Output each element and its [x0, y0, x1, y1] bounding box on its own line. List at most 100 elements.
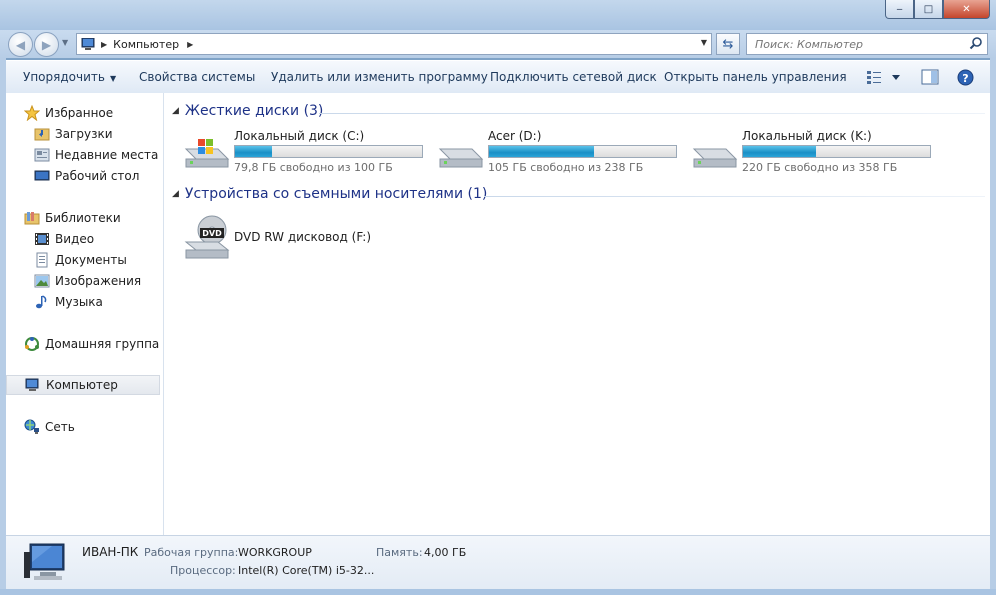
music-note-icon — [36, 295, 47, 309]
memory-label: Память: — [376, 546, 423, 559]
address-bar[interactable]: ▶ Компьютер ▶ ▼ — [76, 33, 712, 55]
nav-computer[interactable]: Компьютер — [6, 375, 160, 395]
back-button[interactable]: ◀ — [8, 32, 33, 57]
svg-text:?: ? — [962, 72, 968, 85]
dvd-badge: DVD — [202, 229, 222, 238]
nav-network[interactable]: Сеть — [24, 417, 75, 437]
drive-item[interactable]: Локальный диск (K:) 220 ГБ свободно из 3… — [690, 129, 950, 179]
dvd-drive-icon: DVD — [184, 215, 230, 259]
windows-hard-drive-icon — [184, 139, 230, 168]
nav-documents-label: Документы — [55, 253, 127, 267]
desktop-icon — [34, 170, 50, 181]
network-icon — [24, 419, 39, 434]
window-frame-right — [990, 58, 996, 589]
nav-video-label: Видео — [55, 232, 95, 246]
nav-desktop[interactable]: Рабочий стол — [34, 166, 139, 186]
recent-pages-dropdown[interactable]: ▼ — [62, 38, 68, 47]
minimize-button[interactable]: ‒ — [885, 0, 914, 19]
drive-usage-fill — [235, 146, 273, 157]
drive-free-space: 105 ГБ свободно из 238 ГБ — [488, 161, 644, 174]
group-divider — [319, 113, 985, 114]
breadcrumb-chevron-icon[interactable]: ▶ — [187, 40, 193, 49]
nav-libraries-label: Библиотеки — [45, 211, 121, 225]
navigation-row: ◀ ▶ ▼ ▶ Компьютер ▶ ▼ ⇆ — [0, 30, 996, 58]
nav-network-label: Сеть — [45, 420, 75, 434]
open-control-panel-button[interactable]: Открыть панель управления — [664, 70, 847, 84]
search-icon[interactable] — [969, 36, 983, 50]
video-icon — [35, 233, 49, 245]
workgroup-label: Рабочая группа: — [144, 546, 239, 559]
nav-homegroup-label: Домашняя группа — [45, 337, 160, 351]
drive-name: Локальный диск (C:) — [234, 129, 365, 143]
close-button[interactable]: ✕ — [943, 0, 990, 19]
system-properties-button[interactable]: Свойства системы — [139, 70, 255, 84]
drive-usage-fill — [743, 146, 816, 157]
nav-recent-places[interactable]: Недавние места — [34, 145, 158, 165]
breadcrumb-computer[interactable]: Компьютер — [113, 38, 179, 51]
search-input[interactable] — [753, 36, 967, 52]
drive-free-space: 220 ГБ свободно из 358 ГБ — [742, 161, 898, 174]
nav-images-label: Изображения — [55, 274, 142, 288]
drive-item[interactable]: Acer (D:) 105 ГБ свободно из 238 ГБ — [436, 129, 696, 179]
star-icon — [24, 105, 40, 121]
drive-item[interactable]: Локальный диск (C:) 79,8 ГБ свободно из … — [182, 129, 442, 179]
refresh-button[interactable]: ⇆ — [716, 33, 740, 55]
map-network-drive-button[interactable]: Подключить сетевой диск — [490, 70, 657, 84]
nav-desktop-label: Рабочий стол — [55, 169, 140, 183]
maximize-button[interactable]: □ — [914, 0, 943, 19]
hard-drives-header-label: Жесткие диски (3) — [184, 103, 324, 119]
address-dropdown-icon[interactable]: ▼ — [701, 38, 707, 47]
nav-computer-label: Компьютер — [46, 378, 118, 392]
nav-libraries[interactable]: Библиотеки — [24, 208, 121, 228]
hard-drive-icon — [692, 148, 738, 168]
uninstall-program-button[interactable]: Удалить или изменить программу — [271, 70, 488, 84]
nav-favorites[interactable]: Избранное — [24, 103, 113, 123]
forward-arrow-icon: ▶ — [41, 37, 52, 52]
nav-favorites-label: Избранное — [45, 106, 114, 120]
preview-pane-icon — [921, 69, 939, 85]
documents-icon — [36, 252, 48, 268]
workgroup-value: WORKGROUP — [238, 546, 312, 559]
preview-pane-button[interactable] — [921, 69, 939, 88]
nav-downloads[interactable]: Загрузки — [34, 124, 113, 144]
drive-name: Acer (D:) — [488, 129, 542, 143]
organize-label: Упорядочить — [23, 70, 105, 84]
drive-usage-bar — [742, 145, 931, 158]
dvd-drive-name: DVD RW дисковод (F:) — [234, 230, 372, 244]
collapse-triangle-icon: ◢ — [172, 106, 179, 116]
nav-images[interactable]: Изображения — [34, 271, 141, 291]
libraries-icon — [24, 212, 40, 225]
cpu-label: Процессор: — [170, 564, 236, 577]
drive-usage-bar — [488, 145, 677, 158]
change-view-button[interactable] — [866, 69, 904, 88]
help-button[interactable]: ? — [957, 69, 974, 89]
nav-documents[interactable]: Документы — [34, 250, 127, 270]
refresh-icon: ⇆ — [722, 36, 734, 52]
dvd-drive-item[interactable]: DVD DVD RW дисковод (F:) — [182, 215, 442, 280]
forward-button[interactable]: ▶ — [34, 32, 59, 57]
window-frame-bottom — [0, 589, 996, 595]
drive-name: Локальный диск (K:) — [742, 129, 872, 143]
hard-drives-group-header[interactable]: ◢ Жесткие диски (3) — [172, 103, 323, 119]
nav-music[interactable]: Музыка — [34, 292, 103, 312]
images-icon — [34, 274, 50, 288]
drive-usage-fill — [489, 146, 594, 157]
organize-button[interactable]: Упорядочить ▼ — [23, 70, 116, 84]
search-box[interactable] — [746, 33, 988, 55]
memory-value: 4,00 ГБ — [424, 546, 467, 559]
back-arrow-icon: ◀ — [15, 37, 26, 52]
breadcrumb-separator-icon[interactable]: ▶ — [101, 40, 107, 49]
content-pane: ◢ Жесткие диски (3) Локальный диск (C:) … — [164, 93, 990, 535]
downloads-folder-icon — [34, 128, 50, 141]
cpu-value: Intel(R) Core(TM) i5-32... — [238, 564, 375, 577]
title-bar: ‒ □ ✕ — [0, 0, 996, 30]
nav-video[interactable]: Видео — [34, 229, 94, 249]
removable-group-header[interactable]: ◢ Устройства со съемными носителями (1) — [172, 186, 487, 202]
command-bar: Упорядочить ▼ Свойства системы Удалить ил… — [0, 60, 996, 94]
nav-homegroup[interactable]: Домашняя группа — [24, 334, 159, 354]
group-divider — [484, 196, 985, 197]
navigation-pane: Избранное Загрузки Недавние места Рабочи… — [6, 93, 164, 535]
computer-name: ИВАН-ПК — [82, 545, 139, 559]
hard-drive-icon — [438, 148, 484, 168]
homegroup-icon — [25, 337, 39, 351]
